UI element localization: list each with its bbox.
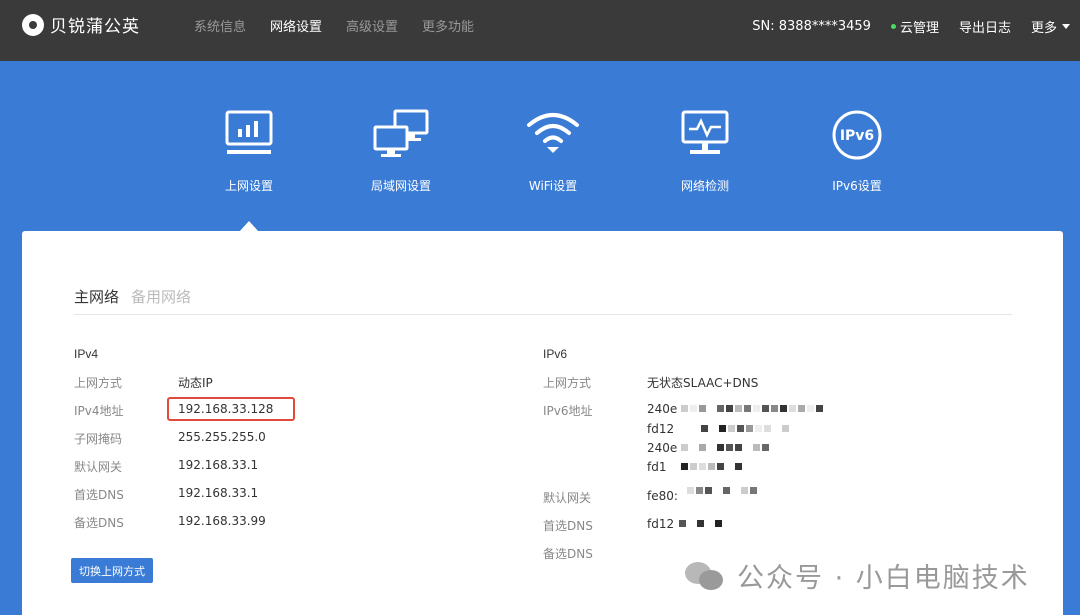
row-value: fd12 (647, 517, 675, 531)
tab-label: WiFi设置 (528, 179, 578, 193)
cloud-manage-link[interactable]: 云管理 (890, 17, 939, 36)
tab-network-check[interactable]: 网络检测 (635, 109, 775, 194)
wechat-icon (685, 560, 727, 592)
nav-network-settings[interactable]: 网络设置 (270, 16, 322, 35)
row-key: IPv4地址 (74, 404, 124, 418)
row-key: 备选DNS (543, 547, 593, 561)
row-value: fe80: (647, 489, 678, 503)
caret-down-icon (1062, 24, 1070, 29)
status-dot-icon (890, 24, 896, 29)
nav-more-features[interactable]: 更多功能 (422, 16, 474, 35)
cloud-manage-label: 云管理 (899, 21, 939, 36)
export-log-link[interactable]: 导出日志 (959, 17, 1011, 36)
redacted-mosaic (681, 444, 771, 451)
ipv6-icon-text: IPv6 (840, 128, 874, 144)
lan-monitors-icon (331, 109, 471, 161)
tab-label: 局域网设置 (370, 179, 431, 193)
row-key: 上网方式 (543, 376, 592, 390)
redacted-mosaic (681, 463, 744, 470)
row-key: 备选DNS (74, 516, 124, 530)
subtab-primary-network[interactable]: 主网络 (74, 286, 119, 307)
ipv6-section-title: IPv6 (543, 347, 568, 361)
more-label: 更多 (1030, 21, 1057, 36)
ipv4-address-highlight (167, 397, 295, 421)
logo-mark-icon (22, 13, 44, 36)
watermark-text: 公众号 · 小白电脑技术 (737, 563, 1030, 594)
row-value: 255.255.255.0 (178, 430, 266, 444)
redacted-mosaic (687, 487, 759, 494)
switch-connection-button[interactable]: 切换上网方式 (71, 558, 153, 583)
row-key: 子网掩码 (74, 432, 123, 446)
row-key: 上网方式 (74, 376, 123, 390)
nav-advanced-settings[interactable]: 高级设置 (346, 16, 398, 35)
ipv6-address-prefix: fd1 (647, 460, 667, 474)
redacted-mosaic (701, 425, 791, 432)
row-value: 192.168.33.1 (178, 486, 259, 500)
row-key: 首选DNS (543, 519, 593, 533)
ipv4-section-title: IPv4 (74, 347, 99, 361)
serial-number: SN: 8388****3459 (752, 19, 871, 34)
wechat-watermark: 公众号 · 小白电脑技术 (685, 556, 1030, 595)
brand-logo[interactable]: 贝锐蒲公英 (22, 12, 140, 37)
tab-label: 上网设置 (224, 179, 273, 193)
network-subtabs: 主网络 备用网络 (74, 286, 203, 307)
tab-label: IPv6设置 (832, 179, 882, 193)
subtab-backup-network[interactable]: 备用网络 (131, 286, 191, 307)
row-key: 默认网关 (543, 491, 592, 505)
settings-tabs: 上网设置 局域网设置 WiFi设置 网络检测 IPv6 IPv6设置 (0, 61, 1080, 231)
tab-wifi-settings[interactable]: WiFi设置 (483, 109, 623, 194)
row-value: 无状态SLAAC+DNS (647, 376, 759, 390)
row-value: 192.168.33.1 (178, 458, 259, 472)
tab-internet-settings[interactable]: 上网设置 (179, 109, 319, 194)
redacted-mosaic (681, 405, 825, 412)
tab-label: 网络检测 (680, 179, 729, 193)
tab-ipv6-settings[interactable]: IPv6 IPv6设置 (787, 109, 927, 194)
row-key: 首选DNS (74, 488, 124, 502)
row-key: 默认网关 (74, 460, 123, 474)
top-right-menu: SN: 8388****3459 云管理 导出日志 更多 (752, 17, 1070, 36)
ipv6-icon: IPv6 (787, 109, 927, 161)
subtab-divider (74, 314, 1012, 315)
wifi-icon (483, 109, 623, 161)
monitor-chart-icon (179, 109, 319, 161)
ipv6-address-prefix: fd12 (647, 422, 675, 436)
nav-system-info[interactable]: 系统信息 (194, 16, 246, 35)
row-value: 192.168.33.99 (178, 514, 266, 528)
more-dropdown[interactable]: 更多 (1031, 17, 1070, 36)
network-check-icon (635, 109, 775, 161)
logo-text: 贝锐蒲公英 (50, 17, 140, 37)
top-bar: 贝锐蒲公英 系统信息 网络设置 高级设置 更多功能 SN: 8388****34… (0, 0, 1080, 61)
row-value: 动态IP (178, 376, 213, 390)
redacted-mosaic (679, 520, 724, 527)
ipv6-address-prefix: 240e (647, 402, 678, 416)
ipv6-address-prefix: 240e (647, 441, 678, 455)
top-navigation: 系统信息 网络设置 高级设置 更多功能 (182, 16, 486, 35)
row-key: IPv6地址 (543, 404, 593, 418)
tab-lan-settings[interactable]: 局域网设置 (331, 109, 471, 194)
